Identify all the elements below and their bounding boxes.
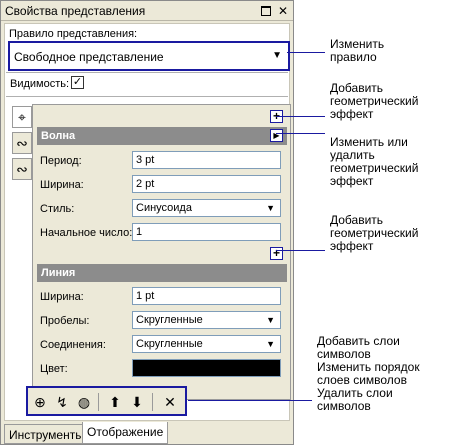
wave-width-label: Ширина:	[40, 179, 84, 191]
wave-width-value: 2 pt	[136, 178, 155, 190]
callout-add-effect-2: Добавить геометрический эффект	[330, 213, 419, 253]
callout-line-layer-ops	[188, 400, 312, 401]
move-up-icon[interactable]: ⬆	[106, 393, 124, 411]
color-label: Цвет:	[40, 363, 68, 375]
start-number-value: 1	[136, 226, 143, 238]
rule-label: Правило представления:	[9, 28, 138, 40]
toolbar-separator	[152, 393, 153, 411]
symbol-layer-properties: + Волна ▶ Период: 3 pt Ширина: 2 pt Стил…	[32, 104, 291, 400]
line-header-label: Линия	[41, 267, 76, 279]
period-label: Период:	[40, 155, 82, 167]
period-value: 3 pt	[136, 154, 155, 166]
representation-properties-panel: Свойства представления ✕ Правило предста…	[0, 0, 294, 445]
visibility-checkbox[interactable]: ✓	[71, 76, 84, 89]
callout-line-add-effect	[276, 116, 325, 117]
line-width-input[interactable]: 1 pt	[132, 287, 281, 305]
caps-dropdown[interactable]: Скругленные ▼	[132, 311, 281, 329]
line-width-label: Ширина:	[40, 291, 84, 303]
start-number-input[interactable]: 1	[132, 223, 281, 241]
style-dropdown[interactable]: Синусоида ▼	[132, 199, 281, 217]
style-value: Синусоида	[136, 202, 192, 214]
chevron-down-icon: ▼	[266, 203, 275, 213]
callout-add-effect: Добавить геометрический эффект	[330, 81, 419, 121]
symbol-layer-toolbar: ⊕ ↯ ◍ ⬆ ⬇ ✕	[26, 386, 187, 416]
stroke-layer-icon-2[interactable]: ∾	[12, 158, 32, 180]
line-section-header: Линия	[37, 264, 287, 282]
panel-content: Правило представления: Свободное предста…	[4, 23, 291, 421]
period-input[interactable]: 3 pt	[132, 151, 281, 169]
window-title: Свойства представления	[5, 4, 146, 18]
stroke-layer-icon[interactable]: ∾	[12, 132, 32, 154]
callout-line-add-effect-2	[276, 250, 325, 251]
move-down-icon[interactable]: ⬇	[128, 393, 146, 411]
wave-header-label: Волна	[41, 130, 76, 142]
style-label: Стиль:	[40, 203, 75, 215]
visibility-label: Видимость:	[10, 78, 70, 90]
divider	[6, 72, 288, 73]
add-stroke-layer-icon[interactable]: ↯	[53, 393, 71, 411]
add-geometric-effect-button-2[interactable]: +	[270, 247, 283, 260]
callout-change-delete-effect: Изменить или удалить геометрический эффе…	[330, 135, 419, 188]
callout-line-rule	[287, 52, 325, 53]
line-width-value: 1 pt	[136, 290, 155, 302]
toolbar-separator	[98, 393, 99, 411]
joins-label: Соединения:	[40, 339, 106, 351]
divider	[6, 96, 288, 97]
wave-width-input[interactable]: 2 pt	[132, 175, 281, 193]
joins-dropdown[interactable]: Скругленные ▼	[132, 335, 281, 353]
tab-display[interactable]: Отображение	[82, 422, 169, 444]
title-bar: Свойства представления ✕	[1, 1, 293, 21]
chevron-down-icon: ▼	[266, 339, 275, 349]
add-marker-layer-icon[interactable]: ⊕	[31, 393, 49, 411]
wave-section-header: Волна	[37, 127, 287, 145]
delete-layer-icon[interactable]: ✕	[161, 393, 179, 411]
close-icon[interactable]: ✕	[276, 4, 290, 18]
callout-layer-ops: Добавить слои символов Изменить порядок …	[317, 334, 420, 413]
joins-value: Скругленные	[136, 338, 203, 350]
add-fill-layer-icon[interactable]: ◍	[75, 393, 93, 411]
rule-dropdown[interactable]: Свободное представление ▼	[8, 41, 290, 71]
callout-line-change-effect	[276, 133, 325, 134]
chevron-down-icon: ▼	[266, 315, 275, 325]
rule-value: Свободное представление	[14, 50, 164, 64]
caps-label: Пробелы:	[40, 315, 90, 327]
chevron-down-icon: ▼	[272, 50, 282, 61]
color-swatch[interactable]	[132, 359, 281, 377]
marker-layer-icon[interactable]: ⌖	[12, 106, 32, 128]
callout-change-rule: Изменить правило	[330, 37, 385, 64]
tab-tools[interactable]: Инструменты	[4, 424, 89, 444]
caps-value: Скругленные	[136, 314, 203, 326]
start-number-label: Начальное число:	[40, 227, 133, 239]
restore-icon[interactable]	[259, 4, 273, 18]
effect-menu-button[interactable]: ▶	[270, 129, 283, 142]
